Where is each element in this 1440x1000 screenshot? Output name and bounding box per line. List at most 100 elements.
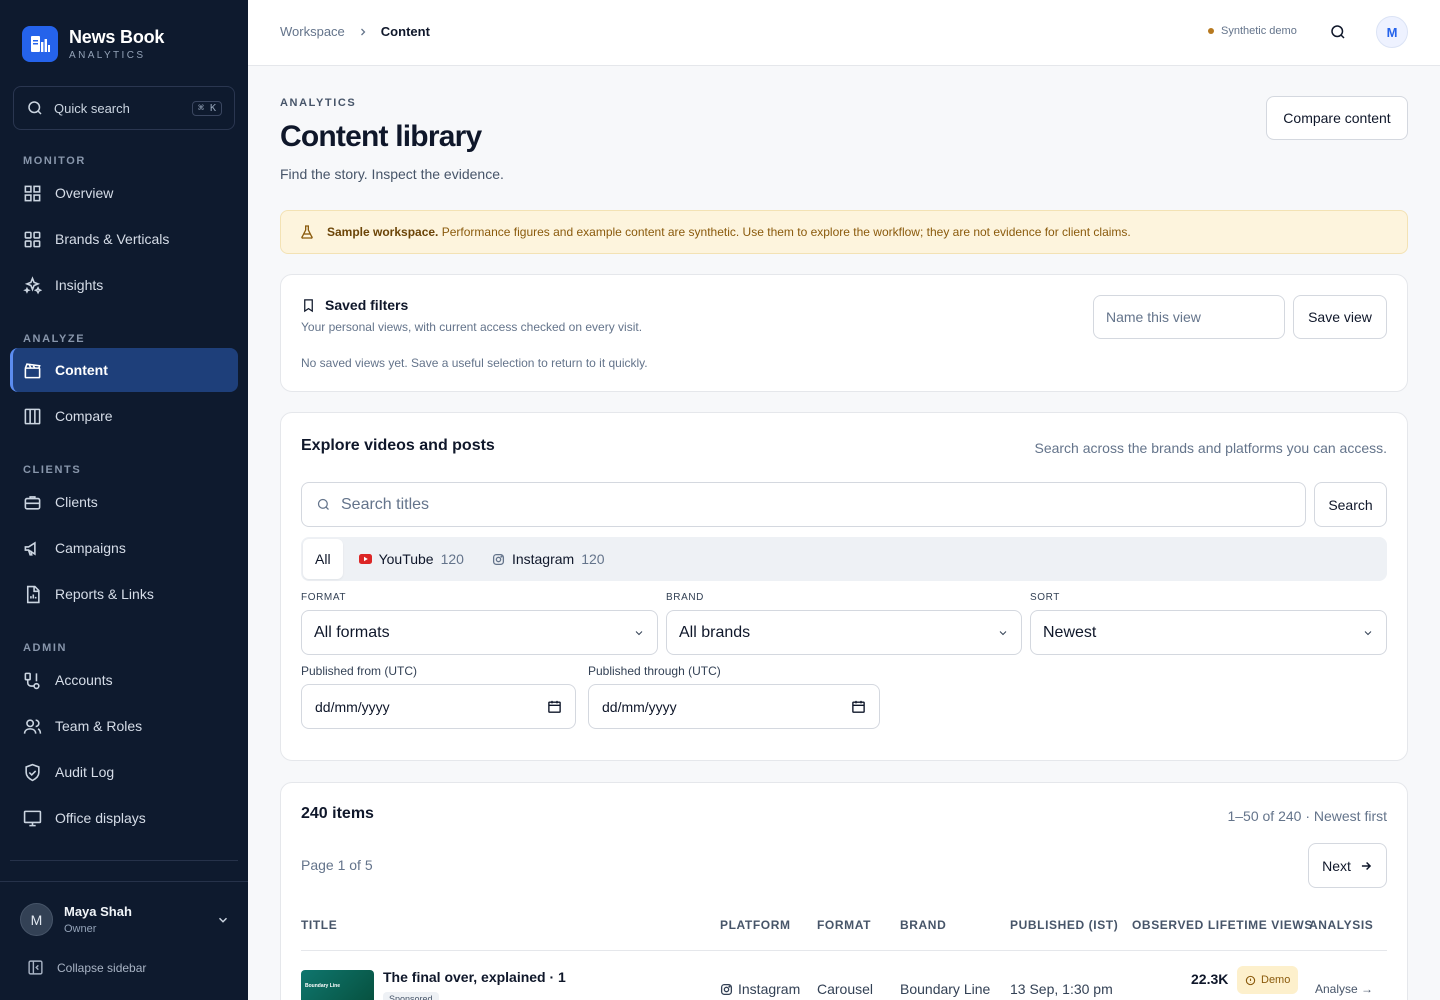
user-role: Owner xyxy=(64,923,97,935)
saved-filters-card: Saved filters Your personal views, with … xyxy=(280,274,1408,392)
saved-filters-empty: No saved views yet. Save a useful select… xyxy=(301,356,648,370)
published-from-input[interactable]: dd/mm/yyyy xyxy=(301,684,576,729)
sidebar-item-compare[interactable]: Compare xyxy=(10,394,238,438)
page-eyebrow: ANALYTICS xyxy=(280,97,357,109)
column-header-title[interactable]: TITLE xyxy=(301,918,337,932)
breadcrumb-workspace[interactable]: Workspace xyxy=(280,24,345,39)
results-card: 240 items 1–50 of 240 · Newest first Pag… xyxy=(280,782,1408,1000)
briefcase-icon xyxy=(24,495,41,510)
column-header-published[interactable]: PUBLISHED (IST) xyxy=(1010,918,1118,932)
brand-select[interactable]: All brands xyxy=(666,610,1022,655)
next-page-button[interactable]: Next xyxy=(1308,843,1387,888)
quick-search-button[interactable]: Quick search ⌘ K xyxy=(13,86,235,130)
sidebar-item-reports[interactable]: Reports & Links xyxy=(10,572,238,616)
explore-hint: Search across the brands and platforms y… xyxy=(1034,440,1387,456)
search-field[interactable] xyxy=(301,482,1306,527)
sidebar-item-brands[interactable]: Brands & Verticals xyxy=(10,217,238,261)
section-label-monitor: MONITOR xyxy=(23,155,86,167)
calendar-icon[interactable] xyxy=(547,699,562,714)
sidebar-item-label: Team & Roles xyxy=(55,718,143,734)
save-view-button[interactable]: Save view xyxy=(1293,295,1387,339)
column-header-brand[interactable]: BRAND xyxy=(900,918,946,932)
content-thumbnail[interactable]: Boundary Line xyxy=(301,970,374,1000)
search-input[interactable] xyxy=(341,495,1241,514)
search-icon xyxy=(317,498,329,510)
section-label-admin: ADMIN xyxy=(23,642,68,654)
topbar: Workspace Content Synthetic demo M xyxy=(248,0,1440,66)
sort-label: SORT xyxy=(1030,592,1060,603)
sidebar-divider xyxy=(10,860,238,861)
sidebar: News Book ANALYTICS Quick search ⌘ K MON… xyxy=(0,0,248,1000)
instagram-icon xyxy=(720,983,733,995)
sidebar-item-label: Compare xyxy=(55,408,113,424)
search-button[interactable]: Search xyxy=(1314,482,1387,527)
sort-select[interactable]: Newest xyxy=(1030,610,1387,655)
news-book-logo-icon xyxy=(22,26,58,62)
top-search-button[interactable] xyxy=(1329,23,1347,46)
next-label: Next xyxy=(1322,857,1351,874)
user-menu[interactable]: M Maya Shah Owner xyxy=(20,903,230,936)
published-through-label: Published through (UTC) xyxy=(588,664,721,678)
page-info: Page 1 of 5 xyxy=(301,857,373,873)
sidebar-item-label: Clients xyxy=(55,494,98,510)
brand[interactable]: News Book ANALYTICS xyxy=(22,26,164,62)
explore-card: Explore videos and posts Search across t… xyxy=(280,412,1408,761)
format-label: FORMAT xyxy=(301,592,347,603)
tab-all[interactable]: All xyxy=(303,539,343,579)
search-icon xyxy=(1331,25,1345,39)
page-subtitle: Find the story. Inspect the evidence. xyxy=(280,166,504,182)
columns-icon xyxy=(24,408,41,424)
shortcut-hint: ⌘ K xyxy=(191,100,222,116)
demo-label: Synthetic demo xyxy=(1221,25,1297,37)
column-header-views[interactable]: OBSERVED LIFETIME VIEWS xyxy=(1132,918,1313,932)
format-select-value: All formats xyxy=(314,623,390,641)
calendar-icon[interactable] xyxy=(851,699,866,714)
sidebar-item-content[interactable]: Content xyxy=(10,348,238,392)
sidebar-item-team[interactable]: Team & Roles xyxy=(10,704,238,748)
analyse-link[interactable]: Analyse → xyxy=(1315,982,1373,996)
collapse-sidebar-button[interactable]: Collapse sidebar xyxy=(27,959,146,976)
sidebar-item-audit[interactable]: Audit Log xyxy=(10,750,238,794)
chevron-down-icon xyxy=(999,630,1007,635)
published-through-value: dd/mm/yyyy xyxy=(602,698,677,715)
sidebar-divider xyxy=(0,881,248,882)
avatar[interactable]: M xyxy=(1376,16,1408,48)
accounts-icon xyxy=(24,672,40,689)
tab-youtube[interactable]: YouTube 120 xyxy=(347,539,476,579)
app: News Book ANALYTICS Quick search ⌘ K MON… xyxy=(0,0,1440,1000)
sidebar-item-overview[interactable]: Overview xyxy=(10,171,238,215)
tab-label: Instagram xyxy=(511,551,575,567)
tab-count: 120 xyxy=(581,551,605,567)
sidebar-item-label: Content xyxy=(55,362,108,378)
sidebar-item-label: Audit Log xyxy=(55,764,115,780)
arrow-right-icon xyxy=(1361,861,1372,870)
sidebar-item-clients[interactable]: Clients xyxy=(10,480,238,524)
column-header-analysis[interactable]: ANALYSIS xyxy=(1309,918,1373,932)
breadcrumb-current: Content xyxy=(380,24,430,39)
sidebar-item-accounts[interactable]: Accounts xyxy=(10,658,238,702)
row-format: Carousel xyxy=(817,981,874,997)
row-brand: Boundary Line xyxy=(900,981,991,997)
sidebar-item-label: Reports & Links xyxy=(55,586,154,602)
sidebar-item-displays[interactable]: Office displays xyxy=(10,796,238,840)
sidebar-item-label: Insights xyxy=(55,277,104,293)
tab-count: 120 xyxy=(440,551,464,567)
sample-workspace-banner: Sample workspace. Performance figures an… xyxy=(280,210,1408,254)
column-header-format[interactable]: FORMAT xyxy=(817,918,871,932)
column-header-platform[interactable]: PLATFORM xyxy=(720,918,791,932)
row-platform: Instagram xyxy=(720,981,800,997)
format-select[interactable]: All formats xyxy=(301,610,658,655)
tab-instagram[interactable]: Instagram 120 xyxy=(480,539,617,579)
info-icon xyxy=(1245,975,1256,985)
quick-search-label: Quick search xyxy=(54,100,130,116)
thumbnail-text: Boundary Line xyxy=(305,983,341,989)
sidebar-item-label: Accounts xyxy=(55,672,113,688)
row-views: 22.3K xyxy=(1191,971,1229,987)
sidebar-item-insights[interactable]: Insights xyxy=(10,263,238,307)
sidebar-item-campaigns[interactable]: Campaigns xyxy=(10,526,238,570)
compare-content-button[interactable]: Compare content xyxy=(1266,96,1408,140)
published-through-input[interactable]: dd/mm/yyyy xyxy=(588,684,880,729)
avatar: M xyxy=(20,903,53,936)
row-title[interactable]: The final over, explained · 1 xyxy=(383,969,566,985)
view-name-input[interactable] xyxy=(1093,295,1285,339)
